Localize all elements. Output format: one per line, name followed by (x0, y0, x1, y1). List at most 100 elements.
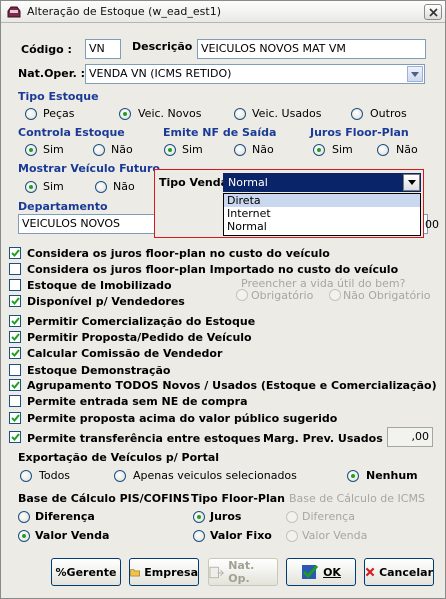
exportacao-todos-label: Todos (39, 469, 71, 482)
gerente-button-label: %Gerente (55, 565, 117, 579)
mostrar-veiculo-sim-label: Sim (43, 180, 64, 193)
emite-nf-label: Emite NF de Saída (163, 126, 277, 139)
cancel-x-icon (365, 567, 375, 577)
juros-floor-sim-radio[interactable] (313, 144, 325, 156)
empresa-button[interactable]: Empresa (129, 558, 199, 586)
exportacao-label: Exportação de Veículos p/ Portal (18, 451, 220, 464)
nat-op-button[interactable]: Nat. Op. (208, 558, 278, 586)
tipo-estoque-pecas-label: Peças (43, 107, 75, 120)
mostrar-veiculo-label: Mostrar Veículo Futuro (18, 162, 160, 175)
chk-entrada-sem-ne-label: Permite entrada sem NE de compra (27, 395, 248, 408)
tipo-estoque-outros-label: Outros (370, 107, 407, 120)
window-title: Alteração de Estoque (w_ead_est1) (27, 5, 222, 18)
chk-entrada-sem-ne[interactable] (9, 395, 21, 407)
checkmark-icon (10, 333, 20, 341)
chk-transferencia-estoques[interactable] (9, 431, 21, 443)
tipo-floor-juros-label: Juros (210, 510, 242, 523)
base-pis-valor-venda-radio[interactable] (18, 530, 30, 542)
tipo-venda-dropdown-list: Direta Internet Normal (223, 193, 421, 236)
controla-estoque-nao-label: Não (111, 143, 133, 156)
mostrar-veiculo-sim-radio[interactable] (25, 181, 37, 193)
base-pis-diferenca-label: Diferença (35, 510, 95, 523)
natoper-dropdown-button[interactable] (407, 66, 423, 82)
mostrar-veiculo-nao-radio[interactable] (95, 181, 107, 193)
tipo-venda-combo[interactable]: Normal (223, 173, 421, 192)
vida-util-nao-obrigatorio-label: Não Obrigatório (343, 289, 431, 302)
emite-nf-sim-radio[interactable] (164, 144, 176, 156)
cancelar-button-label: Cancelar (379, 565, 433, 579)
chk-estoque-imobilizado-label: Estoque de Imobilizado (27, 279, 172, 292)
chk-calcular-comissao[interactable] (9, 347, 21, 359)
base-pis-diferenca-radio[interactable] (18, 511, 30, 523)
tipo-floor-juros-radio[interactable] (193, 511, 205, 523)
chk-permitir-proposta-label: Permitir Proposta/Pedido de Veículo (27, 331, 252, 344)
empresa-button-label: Empresa (144, 565, 198, 579)
checkmark-icon (10, 317, 20, 325)
tipo-floor-valor-fixo-radio[interactable] (193, 530, 205, 542)
vida-util-obrigatorio-label: Obrigatório (251, 289, 314, 302)
natoper-combo[interactable]: VENDA VN (ICMS RETIDO) (85, 64, 425, 84)
emite-nf-sim-label: Sim (182, 143, 203, 156)
departamento-suffix: 00 (425, 218, 439, 231)
controla-estoque-sim-radio[interactable] (25, 144, 37, 156)
base-icms-diferenca-radio (286, 511, 298, 523)
tipo-venda-option-direta[interactable]: Direta (224, 194, 420, 207)
tipo-floor-label: Tipo Floor-Plan (191, 492, 286, 505)
chk-disponivel-vendedores[interactable] (9, 295, 21, 307)
chk-juros-floor-importado[interactable] (9, 263, 21, 275)
tipo-venda-option-normal[interactable]: Normal (224, 220, 420, 233)
chk-estoque-demonstracao[interactable] (9, 364, 21, 376)
chk-agrupamento-todos-label: Agrupamento TODOS Novos / Usados (Estoqu… (27, 379, 437, 392)
gerente-button[interactable]: %Gerente (51, 558, 121, 586)
ok-button[interactable]: OK (286, 558, 356, 586)
chk-permitir-comercializacao-label: Permitir Comercialização do Estoque (27, 315, 256, 328)
tipo-venda-value: Normal (226, 176, 400, 189)
chk-disponivel-vendedores-label: Disponível p/ Vendedores (27, 295, 185, 308)
juros-floor-nao-radio[interactable] (377, 144, 389, 156)
chk-agrupamento-todos[interactable] (9, 379, 21, 391)
checkmark-icon (10, 249, 20, 257)
codigo-field[interactable]: VN (85, 39, 121, 59)
tipo-estoque-label: Tipo Estoque (18, 90, 99, 103)
tipo-venda-option-internet[interactable]: Internet (224, 207, 420, 220)
tipo-estoque-pecas-radio[interactable] (25, 108, 37, 120)
marg-prev-field[interactable]: ,00 (387, 427, 433, 447)
exportacao-apenas-label: Apenas veiculos selecionados (133, 469, 297, 482)
exportacao-nenhum-radio[interactable] (347, 470, 359, 482)
folder-icon (130, 568, 140, 576)
title-bar[interactable]: Alteração de Estoque (w_ead_est1) (1, 1, 445, 23)
close-button[interactable] (424, 4, 442, 20)
vida-util-obrigatorio-radio (236, 289, 248, 301)
tipo-estoque-veic-novos-radio[interactable] (119, 108, 131, 120)
tipo-floor-valor-fixo-label: Valor Fixo (210, 529, 272, 542)
tipo-venda-dropdown-button[interactable] (403, 174, 420, 191)
natoper-label: Nat.Oper. : (18, 67, 86, 80)
descricao-label: Descrição : (132, 40, 201, 53)
chk-proposta-acima-valor-label: Permite proposta acima do valor público … (27, 412, 338, 425)
cancelar-button[interactable]: Cancelar (364, 558, 434, 586)
departamento-value: VEICULOS NOVOS (22, 217, 120, 230)
juros-floor-label: Juros Floor-Plan (310, 126, 409, 139)
chk-permitir-comercializacao[interactable] (9, 315, 21, 327)
departamento-label: Departamento (18, 200, 108, 213)
descricao-field[interactable]: VEICULOS NOVOS MAT VM (197, 39, 426, 59)
chk-juros-floor-importado-label: Considera os juros floor-plan Importado … (27, 263, 399, 276)
ok-check-icon (302, 564, 319, 579)
emite-nf-nao-radio[interactable] (234, 144, 246, 156)
tipo-estoque-outros-radio[interactable] (351, 108, 363, 120)
app-icon (7, 6, 21, 18)
controla-estoque-nao-radio[interactable] (93, 144, 105, 156)
tipo-estoque-veic-usados-radio[interactable] (234, 108, 246, 120)
chk-juros-floor-custo[interactable] (9, 247, 21, 259)
chk-transferencia-estoques-label: Permite transferência entre estoques (27, 432, 261, 445)
document-arrow-icon (209, 566, 224, 578)
exportacao-todos-radio[interactable] (20, 470, 32, 482)
chk-permitir-proposta[interactable] (9, 331, 21, 343)
chk-estoque-imobilizado[interactable] (9, 279, 21, 291)
nat-op-button-label: Nat. Op. (228, 559, 255, 585)
checkmark-icon (10, 297, 20, 305)
dialog-content: Código : VN Descrição : VEICULOS NOVOS M… (1, 23, 445, 598)
tipo-estoque-veic-usados-label: Veic. Usados (252, 107, 322, 120)
exportacao-apenas-radio[interactable] (114, 470, 126, 482)
chk-proposta-acima-valor[interactable] (9, 412, 21, 424)
